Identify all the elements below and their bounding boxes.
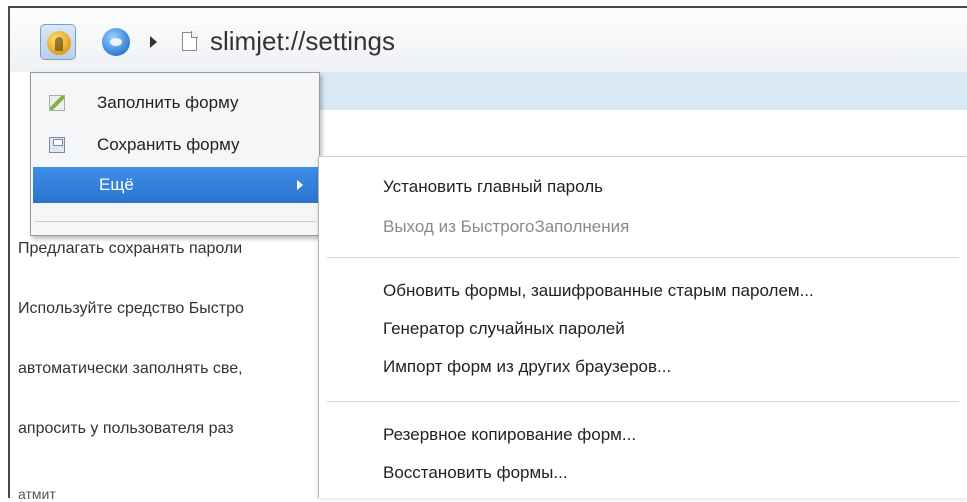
page-icon: [182, 31, 198, 51]
settings-line: автоматически заполнять све,: [18, 360, 243, 377]
menu-item-save-form[interactable]: Сохранить форму: [31, 127, 319, 163]
submenu-item-update-forms[interactable]: Обновить формы, зашифрованные старым пар…: [383, 279, 814, 303]
menu-item-more[interactable]: Ещё: [33, 167, 319, 203]
submenu-item-password-generator[interactable]: Генератор случайных паролей: [383, 317, 625, 341]
submenu-separator: [327, 401, 959, 402]
autofill-button[interactable]: [40, 24, 76, 60]
extension-icon: [102, 28, 130, 56]
extension-button[interactable]: [98, 24, 134, 60]
settings-line: Предлагать сохранять пароли: [18, 240, 243, 257]
autofill-menu: Заполнить форму Сохранить форму Ещё: [30, 72, 320, 236]
submenu-item-set-master-password[interactable]: Установить главный пароль: [383, 175, 603, 199]
settings-line: апросить у пользователя раз: [18, 420, 234, 437]
submenu-item-backup-forms[interactable]: Резервное копирование форм...: [383, 423, 636, 447]
chevron-right-icon[interactable]: [150, 36, 157, 48]
submenu-item-restore-forms[interactable]: Восстановить формы...: [383, 461, 568, 485]
menu-item-label: Ещё: [99, 175, 134, 194]
menu-item-label: Сохранить форму: [97, 135, 240, 154]
settings-footer-text: атмит: [18, 486, 56, 502]
menu-item-fill-form[interactable]: Заполнить форму: [31, 85, 319, 121]
settings-header-bar: [320, 72, 967, 110]
form-save-icon: [49, 137, 65, 153]
submenu-arrow-icon: [297, 180, 303, 190]
address-bar[interactable]: slimjet://settings: [210, 26, 395, 57]
browser-toolbar: slimjet://settings: [10, 8, 967, 72]
settings-content: Предлагать сохранять пароли Используйте …: [18, 240, 328, 480]
submenu-separator: [327, 257, 959, 258]
menu-item-label: Заполнить форму: [97, 93, 239, 112]
form-fill-icon: [49, 95, 65, 111]
submenu-item-exit-autofill[interactable]: Выход из БыстрогоЗаполнения: [383, 215, 629, 239]
submenu-item-import-forms[interactable]: Импорт форм из других браузеров...: [383, 355, 671, 379]
keyhole-icon: [55, 37, 63, 51]
more-submenu: Установить главный пароль Выход из Быстр…: [318, 156, 967, 498]
menu-separator: [35, 221, 315, 222]
settings-line: Используйте средство Быстро: [18, 300, 244, 317]
